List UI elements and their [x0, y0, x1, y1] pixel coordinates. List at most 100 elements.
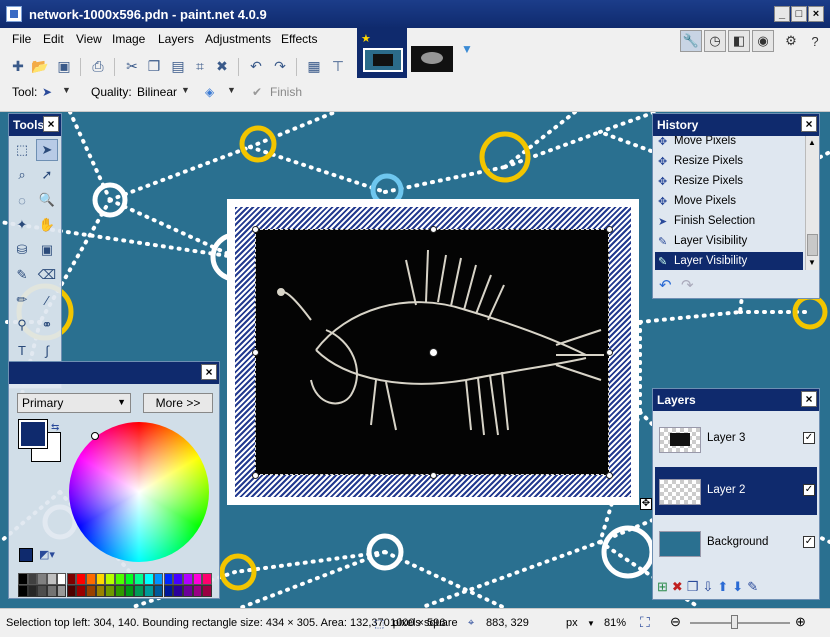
palette-swatch[interactable]: [95, 585, 106, 597]
palette-swatch[interactable]: [153, 585, 164, 597]
layers-window-button[interactable]: ◧: [728, 30, 750, 52]
resize-handle-top[interactable]: [430, 226, 437, 233]
palette-swatch[interactable]: [163, 573, 174, 585]
history-item[interactable]: ✥ Resize Pixels: [655, 152, 803, 172]
recolor-tool-icon[interactable]: ⚭: [36, 314, 58, 336]
palette-swatch[interactable]: [47, 585, 57, 597]
layer-visibility-checkbox[interactable]: ✓: [803, 484, 815, 496]
palette-swatch[interactable]: [76, 573, 86, 585]
palette-swatch[interactable]: [192, 585, 203, 597]
layer-properties-icon[interactable]: ✎: [747, 579, 758, 597]
scroll-down-icon[interactable]: ▼: [808, 258, 816, 267]
palette-swatch[interactable]: [47, 573, 57, 585]
duplicate-layer-icon[interactable]: ❐: [687, 579, 699, 597]
layer-row-layer2[interactable]: Layer 2 ✓: [655, 467, 817, 515]
palette-swatch[interactable]: [115, 585, 125, 597]
palette-swatch[interactable]: [144, 573, 154, 585]
resize-handle-left[interactable]: [252, 349, 259, 356]
scroll-up-icon[interactable]: ▲: [808, 138, 816, 147]
ellipse-select-tool-icon[interactable]: ◌: [11, 189, 33, 211]
menu-edit[interactable]: Edit: [43, 32, 64, 46]
tab-list-dropdown-icon[interactable]: ▼: [461, 42, 473, 56]
history-scroll-thumb[interactable]: [807, 234, 818, 256]
quality-select[interactable]: Bilinear: [137, 85, 177, 99]
resize-handle-br[interactable]: [606, 472, 613, 479]
paintnet-app-icon[interactable]: [6, 6, 22, 22]
palette-swatch[interactable]: [85, 585, 96, 597]
menu-adjustments[interactable]: Adjustments: [205, 32, 271, 46]
palette-swatch[interactable]: [66, 573, 77, 585]
palette-swatch[interactable]: [173, 573, 183, 585]
palette-menu-icon[interactable]: ◩▾: [39, 548, 55, 561]
zoom-slider-track[interactable]: [690, 622, 790, 624]
zoom-slider-thumb[interactable]: [731, 615, 738, 629]
deselect-icon[interactable]: ✖: [212, 56, 232, 76]
palette-swatch[interactable]: [124, 585, 135, 597]
undo-icon[interactable]: ↶: [246, 56, 266, 76]
primary-color-swatch[interactable]: [18, 419, 48, 449]
move-layer-down-icon[interactable]: ⬇: [732, 579, 743, 597]
palette-swatch[interactable]: [56, 585, 67, 597]
close-button[interactable]: ×: [808, 6, 824, 22]
palette-swatch[interactable]: [173, 585, 183, 597]
minimize-button[interactable]: _: [774, 6, 790, 22]
help-icon[interactable]: ?: [804, 30, 826, 52]
finish-button[interactable]: Finish: [270, 85, 302, 99]
palette-swatch[interactable]: [144, 585, 154, 597]
layer-row-background[interactable]: Background ✓: [655, 519, 817, 567]
units-dropdown-icon[interactable]: ▼: [587, 619, 595, 628]
move-selection-tool-icon[interactable]: ➤: [42, 85, 52, 99]
color-picker-tool-icon[interactable]: ⁄: [36, 289, 58, 311]
cut-icon[interactable]: ✂: [122, 56, 142, 76]
tools-close-button[interactable]: ×: [43, 116, 59, 132]
zoom-tool-icon[interactable]: 🔍: [36, 189, 58, 211]
move-layer-up-icon[interactable]: ⬆: [717, 579, 728, 597]
palette-swatch[interactable]: [37, 573, 48, 585]
palette-swatch[interactable]: [105, 573, 115, 585]
palette-swatch[interactable]: [124, 573, 135, 585]
image-tab-network[interactable]: ★: [357, 28, 407, 78]
image-tab-fish[interactable]: [411, 46, 453, 72]
resize-handle-bottom[interactable]: [430, 472, 437, 479]
primary-secondary-select[interactable]: Primary ▼: [17, 393, 131, 413]
resize-handle-bl[interactable]: [252, 472, 259, 479]
clone-stamp-tool-icon[interactable]: ⚲: [11, 314, 33, 336]
zoom-level[interactable]: 81%: [604, 617, 626, 629]
history-item-selected[interactable]: ✎ Layer Visibility: [655, 252, 803, 270]
new-file-icon[interactable]: ✚: [8, 56, 28, 76]
menu-image[interactable]: Image: [112, 32, 145, 46]
palette-swatch[interactable]: [134, 573, 145, 585]
color-wheel-cursor[interactable]: [91, 432, 99, 440]
menu-effects[interactable]: Effects: [281, 32, 317, 46]
pan-tool-icon[interactable]: ✋: [36, 214, 58, 236]
history-item[interactable]: ➤ Finish Selection: [655, 212, 803, 232]
palette-swatch[interactable]: [115, 573, 125, 585]
add-layer-icon[interactable]: ⊞: [657, 579, 668, 597]
print-icon[interactable]: ⎙: [88, 56, 108, 76]
pencil-tool-icon[interactable]: ✏: [11, 289, 33, 311]
zoom-to-window-icon[interactable]: ⛶: [640, 614, 650, 631]
text-tool-icon[interactable]: T: [11, 339, 33, 361]
redo-icon[interactable]: ↷: [270, 56, 290, 76]
redo-history-icon[interactable]: ↷: [681, 276, 694, 294]
save-file-icon[interactable]: ▣: [54, 56, 74, 76]
palette-swatch[interactable]: [95, 573, 106, 585]
palette-swatch[interactable]: [182, 585, 193, 597]
eraser-tool-icon[interactable]: ⌫: [36, 264, 58, 286]
resize-handle-tl[interactable]: [252, 226, 259, 233]
blend-mode-icon[interactable]: ◈: [205, 85, 214, 99]
history-window-button[interactable]: ◷: [704, 30, 726, 52]
gradient-tool-icon[interactable]: ▣: [36, 239, 58, 261]
delete-layer-icon[interactable]: ✖: [672, 579, 683, 597]
quality-dropdown-icon[interactable]: ▼: [181, 85, 190, 95]
palette-swatch[interactable]: [192, 573, 203, 585]
rectangle-select-tool-icon[interactable]: ⬚: [11, 139, 33, 161]
palette-swatch[interactable]: [76, 585, 86, 597]
palette-swatch[interactable]: [134, 585, 145, 597]
menu-file[interactable]: File: [12, 32, 31, 46]
palette-swatch[interactable]: [182, 573, 193, 585]
palette-swatch[interactable]: [37, 585, 48, 597]
history-close-button[interactable]: ×: [801, 116, 817, 132]
paintbrush-tool-icon[interactable]: ✎: [11, 264, 33, 286]
image-selection[interactable]: [227, 199, 639, 505]
